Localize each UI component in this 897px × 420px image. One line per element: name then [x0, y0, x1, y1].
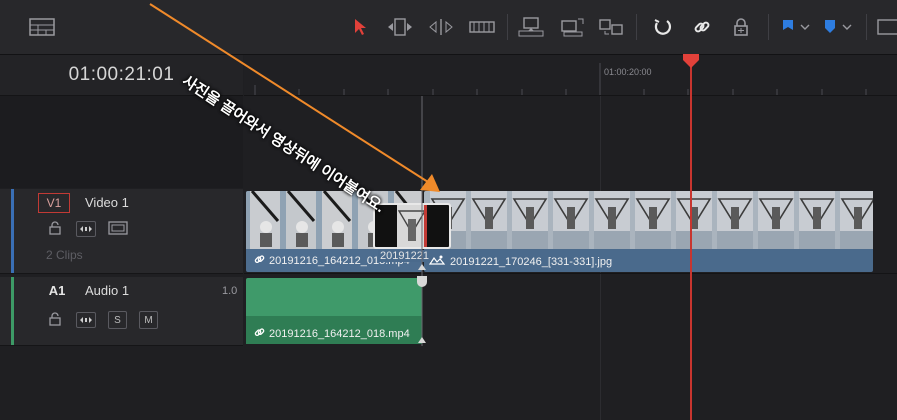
- more-icon[interactable]: [874, 14, 897, 40]
- photo-thumbnail-figure: [813, 207, 821, 229]
- photo-thumbnail-figure: [854, 207, 862, 229]
- photo-thumbnail-ground: [471, 231, 507, 249]
- link-icon: [254, 254, 265, 268]
- blade-icon[interactable]: [467, 14, 497, 40]
- playhead-line: [690, 55, 692, 420]
- photo-thumbnail-figure: [772, 207, 780, 229]
- link-icon: [254, 327, 265, 341]
- photo-thumbnail-strip: [430, 191, 873, 249]
- video-track-header[interactable]: V1 Video 1 2 Clips: [0, 189, 243, 274]
- clips-count: 2 Clips: [46, 248, 83, 262]
- replace-clip-icon[interactable]: [596, 14, 626, 40]
- photo-thumbnail-ground: [676, 231, 712, 249]
- track-badge[interactable]: A1: [46, 283, 68, 298]
- annotation-arrow: [149, 3, 440, 192]
- drag-preview-thumbnail[interactable]: [373, 203, 451, 249]
- photo-thumbnail-ground: [553, 231, 589, 249]
- track-name[interactable]: Audio 1: [85, 283, 129, 298]
- toolbar-divider: [636, 14, 637, 40]
- toolbar-divider: [768, 14, 769, 40]
- audio-clip[interactable]: 20191216_164212_018.mp4: [246, 278, 422, 344]
- photo-thumbnail-ground: [758, 231, 794, 249]
- clip-name: 20191216_164212_018.mp4: [269, 328, 410, 340]
- photo-thumbnail-ground: [717, 231, 753, 249]
- toolbar-divider: [507, 14, 508, 40]
- photo-thumbnail-figure: [731, 207, 739, 229]
- toolbar-divider: [866, 14, 867, 40]
- marker-icon[interactable]: [820, 14, 856, 40]
- track-badge[interactable]: V1: [38, 193, 70, 213]
- photo-thumbnail-ground: [512, 231, 548, 249]
- lock-icon[interactable]: [48, 312, 62, 331]
- track-color-strip: [11, 277, 14, 345]
- photo-thumbnail-ground: [840, 231, 873, 249]
- playhead-handle[interactable]: [682, 54, 700, 70]
- insert-clip-icon[interactable]: [516, 14, 546, 40]
- track-name[interactable]: Video 1: [85, 195, 129, 210]
- mute-button[interactable]: M: [139, 311, 158, 329]
- position-lock-icon[interactable]: [729, 14, 753, 40]
- photo-thumbnail-figure: [608, 207, 616, 229]
- linked-selection-icon[interactable]: [690, 14, 714, 40]
- photo-thumbnail-ground: [799, 231, 835, 249]
- clip-label: 20191221_170246_[331-331].jpg: [428, 254, 612, 269]
- track-divider: [244, 273, 897, 274]
- overwrite-clip-icon[interactable]: [557, 14, 587, 40]
- photo-thumbnail-ground: [594, 231, 630, 249]
- audio-track-header[interactable]: A1 Audio 1 1.0 S M: [0, 277, 243, 346]
- photo-thumbnail-figure: [526, 207, 534, 229]
- solo-button[interactable]: S: [108, 311, 127, 329]
- snapping-icon[interactable]: [650, 14, 674, 40]
- photo-thumbnail-figure: [567, 207, 575, 229]
- photo-thumbnail-figure: [485, 207, 493, 229]
- ruler-timecode-label: 01:00:20:00: [604, 67, 652, 77]
- lock-icon[interactable]: [48, 221, 62, 240]
- layout-icon[interactable]: [28, 14, 56, 40]
- clip-label: 20191216_164212_018.mp4: [254, 327, 410, 341]
- disable-track-icon[interactable]: [108, 221, 128, 240]
- photo-thumbnail-figure: [649, 207, 657, 229]
- clip-name: 20191221_170246_[331-331].jpg: [450, 255, 613, 268]
- flag-icon[interactable]: [778, 14, 812, 40]
- track-level: 1.0: [222, 285, 238, 297]
- auto-select-icon[interactable]: [76, 221, 96, 237]
- track-color-strip: [11, 189, 14, 273]
- photo-thumbnail-ground: [635, 231, 671, 249]
- auto-select-icon[interactable]: [76, 312, 96, 328]
